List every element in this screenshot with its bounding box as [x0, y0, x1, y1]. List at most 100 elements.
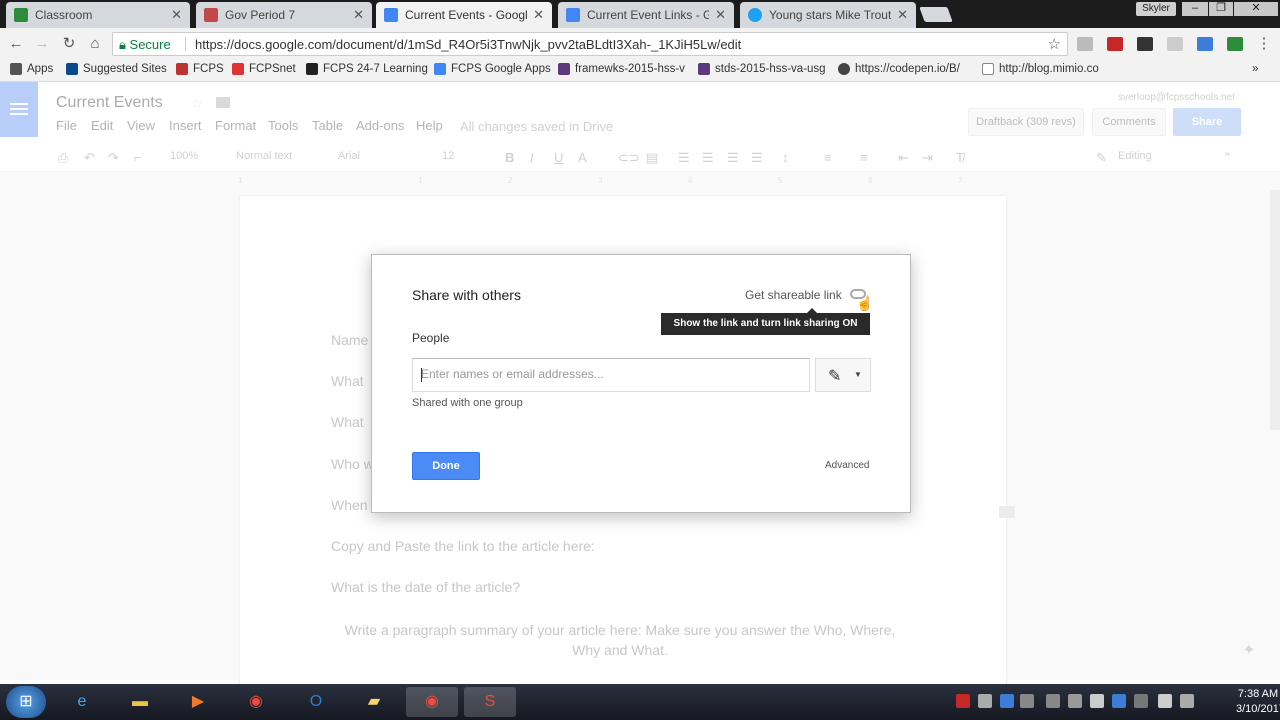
bookmark-apps[interactable]: Apps — [10, 63, 53, 75]
tab-current-event-links[interactable]: Current Event Links - Go ✕ — [558, 2, 734, 28]
tooltip: Show the link and turn link sharing ON — [661, 308, 870, 335]
shared-with-note[interactable]: Shared with one group — [412, 397, 523, 409]
address-bar[interactable]: 🔒︎ Secure https://docs.google.com/docume… — [112, 32, 1068, 56]
browser-toolbar: ← → ↻ ⌂ 🔒︎ Secure https://docs.google.co… — [0, 28, 1280, 60]
shield-icon[interactable] — [978, 694, 992, 708]
bookmark-codepen[interactable]: https://codepen.io/B/ — [838, 63, 960, 75]
chrome-active-icon[interactable]: ◉ — [406, 687, 458, 717]
browser-tab-strip: Classroom ✕ Gov Period 7 ✕ Current Event… — [0, 0, 1280, 28]
forward-icon[interactable]: → — [34, 36, 50, 52]
docs-icon — [384, 8, 398, 22]
codepen-icon — [838, 63, 850, 75]
fcps-icon — [176, 63, 188, 75]
fcpsnet-icon — [232, 63, 244, 75]
pdf-extension-icon[interactable] — [1107, 37, 1123, 51]
tray-icon[interactable] — [1068, 694, 1082, 708]
classroom-icon — [204, 8, 218, 22]
bb-icon — [306, 63, 318, 75]
extension-icon[interactable] — [1197, 37, 1213, 51]
internet-explorer-icon[interactable]: e — [56, 687, 108, 717]
extension-icon[interactable] — [1227, 37, 1243, 51]
dollar-icon[interactable] — [1020, 694, 1034, 708]
bookmark-star-icon[interactable]: ☆ — [1048, 35, 1061, 53]
bookmark-stds[interactable]: stds-2015-hss-va-usg — [698, 63, 826, 75]
bookmark-fcps[interactable]: FCPS — [176, 63, 224, 75]
bookmark-icon — [558, 63, 570, 75]
classroom-icon — [14, 8, 28, 22]
bing-icon — [66, 63, 78, 75]
close-icon[interactable]: ✕ — [897, 7, 908, 23]
clock-time: 7:38 AM — [1237, 688, 1279, 700]
advanced-link[interactable]: Advanced — [825, 460, 869, 471]
tab-current-events[interactable]: Current Events - Google ✕ — [376, 2, 552, 28]
extension-icon[interactable] — [1137, 37, 1153, 51]
close-icon[interactable]: ✕ — [171, 7, 182, 23]
file-explorer-icon[interactable]: ▬ — [114, 687, 166, 717]
close-icon[interactable]: ✕ — [715, 7, 726, 23]
tray-icon[interactable] — [956, 694, 970, 708]
chevron-down-icon: ▼ — [854, 370, 862, 379]
bookmark-mimio[interactable]: http://blog.mimio.co — [982, 63, 1099, 75]
minimize-button[interactable]: – — [1182, 2, 1208, 16]
screencast-icon[interactable]: S — [464, 687, 516, 717]
sticky-notes-icon[interactable]: ▰ — [348, 687, 400, 717]
done-button[interactable]: Done — [412, 452, 480, 480]
close-icon[interactable]: ✕ — [533, 7, 544, 23]
extension-icon[interactable] — [1077, 37, 1093, 51]
extension-icon[interactable] — [1167, 37, 1183, 51]
url-divider — [185, 37, 186, 51]
outlook-icon[interactable]: O — [290, 687, 342, 717]
text-caret — [421, 368, 422, 382]
tray-icon[interactable] — [1046, 694, 1060, 708]
reload-icon[interactable]: ↻ — [61, 36, 77, 52]
dialog-title: Share with others — [412, 287, 521, 303]
bookmark-framewks[interactable]: framewks-2015-hss-v — [558, 63, 685, 75]
people-label: People — [412, 331, 450, 345]
flag-icon[interactable] — [1158, 694, 1172, 708]
bookmark-icon — [698, 63, 710, 75]
volume-icon[interactable] — [1180, 694, 1194, 708]
tab-young-stars[interactable]: Young stars Mike Trout ✕ — [740, 2, 916, 28]
clock[interactable]: 7:38 AM 3/10/2017 — [1236, 687, 1280, 717]
menu-icon[interactable]: ⋮ — [1256, 36, 1272, 52]
apps-grid-icon — [10, 63, 22, 75]
tray-icon[interactable] — [1090, 694, 1104, 708]
tab-gov-period-7[interactable]: Gov Period 7 ✕ — [196, 2, 372, 28]
tray-icon[interactable] — [1000, 694, 1014, 708]
profile-name[interactable]: Skyler — [1136, 2, 1176, 16]
back-icon[interactable]: ← — [8, 36, 24, 52]
hand-cursor-icon: ☝ — [856, 295, 874, 311]
start-button[interactable]: ⊞ — [6, 686, 46, 718]
media-player-icon[interactable]: ▶ — [172, 687, 224, 717]
chrome-icon[interactable]: ◉ — [230, 687, 282, 717]
share-dialog: Share with others Get shareable link ☝ S… — [371, 254, 911, 513]
tray-icon[interactable] — [1112, 694, 1126, 708]
page-icon — [982, 63, 994, 75]
people-input[interactable]: Enter names or email addresses... — [412, 358, 810, 392]
windows-taskbar: ⊞ e ▬ ▶ ◉ O ▰ ◉ S 7:38 AM 3/10/2017 — [0, 684, 1280, 720]
close-icon[interactable]: ✕ — [353, 7, 364, 23]
bookmark-fcps-247[interactable]: FCPS 24-7 Learning — [306, 63, 428, 75]
google-icon — [434, 63, 446, 75]
bookmarks-bar: Apps Suggested Sites FCPS FCPSnet FCPS 2… — [0, 60, 1280, 82]
bookmark-suggested-sites[interactable]: Suggested Sites — [66, 63, 167, 75]
tab-classroom[interactable]: Classroom ✕ — [6, 2, 190, 28]
home-icon[interactable]: ⌂ — [87, 36, 103, 52]
new-tab-button[interactable] — [919, 7, 953, 22]
maximize-button[interactable]: ❐ — [1209, 2, 1233, 16]
permission-dropdown[interactable]: ✎ ▼ — [815, 358, 871, 392]
bookmark-fcpsnet[interactable]: FCPSnet — [232, 63, 296, 75]
input-placeholder: Enter names or email addresses... — [421, 367, 604, 381]
url-text[interactable]: https://docs.google.com/document/d/1mSd_… — [195, 37, 741, 52]
secure-indicator[interactable]: 🔒︎ Secure — [119, 37, 171, 53]
twitter-icon — [748, 8, 762, 22]
docs-icon — [566, 8, 580, 22]
network-icon[interactable] — [1134, 694, 1148, 708]
pencil-icon: ✎ — [828, 368, 842, 385]
bookmarks-overflow[interactable]: » — [1252, 63, 1258, 75]
clock-date: 3/10/2017 — [1236, 703, 1280, 715]
modal-overlay — [0, 82, 1280, 190]
get-shareable-link[interactable]: Get shareable link — [745, 288, 842, 302]
bookmark-fcps-google-apps[interactable]: FCPS Google Apps — [434, 63, 551, 75]
close-window-button[interactable]: ✕ — [1234, 2, 1278, 16]
